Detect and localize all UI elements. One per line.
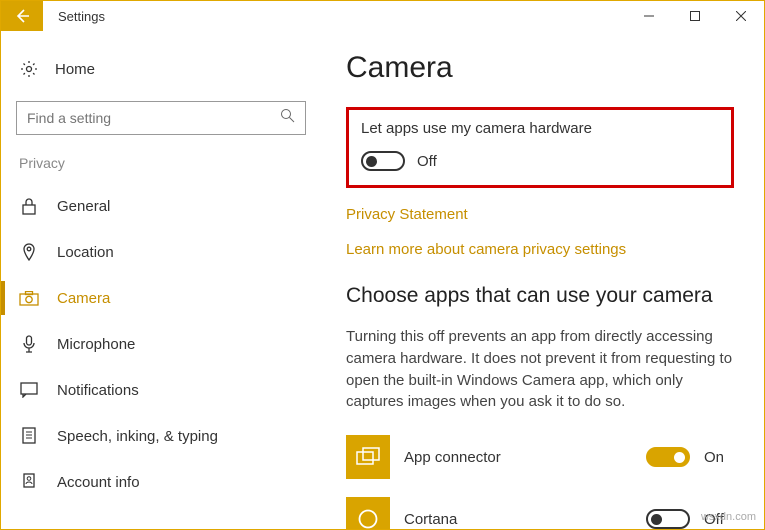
sidebar-item-label: General <box>57 198 110 215</box>
learn-more-link[interactable]: Learn more about camera privacy settings <box>346 241 734 258</box>
minimize-icon <box>644 11 654 21</box>
account-icon <box>19 472 39 492</box>
close-icon <box>736 11 746 21</box>
sidebar-item-label: Speech, inking, & typing <box>57 428 218 445</box>
home-nav[interactable]: Home <box>1 51 321 87</box>
location-icon <box>19 242 39 262</box>
watermark: wsxdn.com <box>701 511 756 523</box>
sidebar-item-location[interactable]: Location <box>1 229 321 275</box>
sidebar-item-microphone[interactable]: Microphone <box>1 321 321 367</box>
choose-apps-heading: Choose apps that can use your camera <box>346 284 734 308</box>
sidebar: Home Privacy General Location Camera Mic… <box>1 31 321 529</box>
sidebar-item-label: Account info <box>57 474 140 491</box>
app-toggle-state: On <box>704 449 734 466</box>
page-title: Camera <box>346 51 734 85</box>
arrow-left-icon <box>13 7 31 25</box>
microphone-icon <box>19 334 39 354</box>
section-label: Privacy <box>1 155 321 183</box>
home-label: Home <box>55 61 95 78</box>
master-toggle-label: Let apps use my camera hardware <box>361 120 719 137</box>
app-connector-toggle[interactable] <box>646 447 690 467</box>
app-row: Cortana Off <box>346 497 734 529</box>
sidebar-item-notifications[interactable]: Notifications <box>1 367 321 413</box>
master-toggle[interactable] <box>361 151 405 171</box>
maximize-button[interactable] <box>672 1 718 31</box>
app-name: Cortana <box>404 511 632 528</box>
search-input[interactable] <box>27 110 280 126</box>
search-box[interactable] <box>16 101 306 135</box>
lock-icon <box>19 196 39 216</box>
window-title: Settings <box>43 9 105 24</box>
highlight-region: Let apps use my camera hardware Off <box>346 107 734 188</box>
gear-icon <box>19 59 39 79</box>
camera-icon <box>19 288 39 308</box>
privacy-statement-link[interactable]: Privacy Statement <box>346 206 734 223</box>
sidebar-item-label: Camera <box>57 290 110 307</box>
app-name: App connector <box>404 449 632 466</box>
back-button[interactable] <box>1 1 43 31</box>
close-button[interactable] <box>718 1 764 31</box>
cortana-icon <box>346 497 390 529</box>
main-panel: Camera Let apps use my camera hardware O… <box>321 31 764 529</box>
speech-icon <box>19 426 39 446</box>
choose-apps-description: Turning this off prevents an app from di… <box>346 326 734 413</box>
master-toggle-state: Off <box>417 153 437 170</box>
sidebar-item-general[interactable]: General <box>1 183 321 229</box>
sidebar-item-label: Notifications <box>57 382 139 399</box>
search-icon <box>280 108 295 128</box>
notifications-icon <box>19 380 39 400</box>
app-connector-icon <box>346 435 390 479</box>
sidebar-item-camera[interactable]: Camera <box>1 275 321 321</box>
app-row: App connector On <box>346 435 734 479</box>
sidebar-item-label: Location <box>57 244 114 261</box>
sidebar-item-account[interactable]: Account info <box>1 459 321 505</box>
maximize-icon <box>690 11 700 21</box>
cortana-toggle[interactable] <box>646 509 690 529</box>
sidebar-item-label: Microphone <box>57 336 135 353</box>
minimize-button[interactable] <box>626 1 672 31</box>
sidebar-item-speech[interactable]: Speech, inking, & typing <box>1 413 321 459</box>
